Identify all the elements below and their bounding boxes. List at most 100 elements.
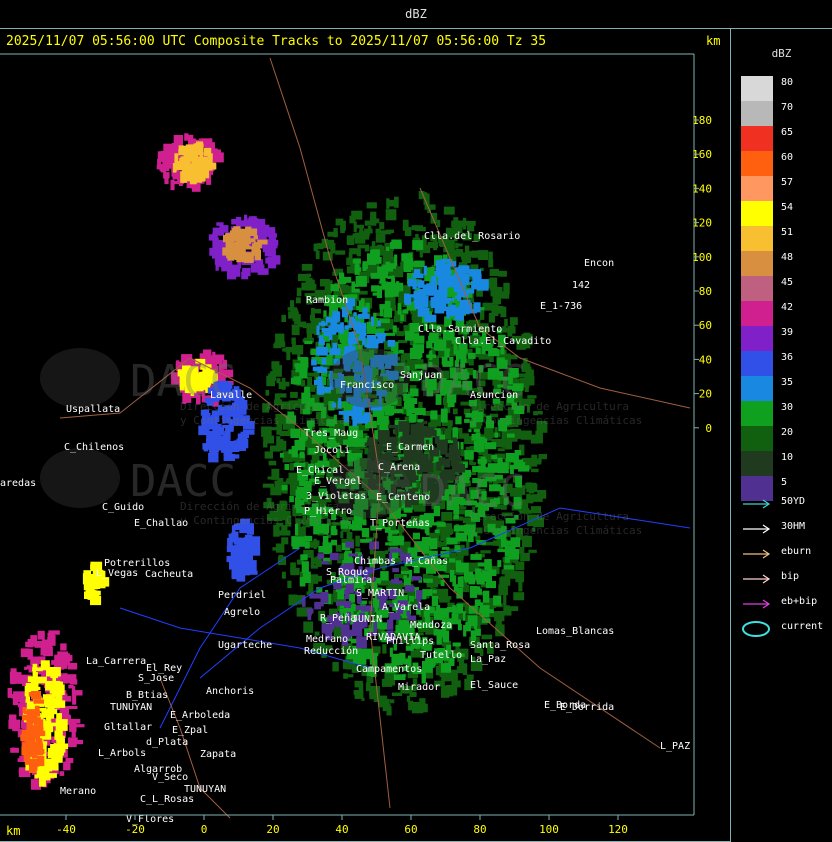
place-label: Agrelo: [224, 607, 260, 618]
x-tick-label: -20: [125, 823, 145, 836]
legend-item: current: [741, 620, 831, 638]
place-label: T_Porteñas: [370, 518, 430, 529]
x-tick-label: 40: [335, 823, 348, 836]
place-label: Santa_Rosa: [470, 640, 530, 651]
composite-header: 2025/11/07 05:56:00 UTC Composite Tracks…: [6, 34, 547, 49]
place-label: E_Vergel: [314, 476, 362, 487]
place-label: E_Chical: [296, 465, 344, 476]
legend-panel: dBZ 80 70 65 60 57 54 51 48 45 42 39 36 35 30 20 10 5 50…: [731, 29, 832, 841]
x-tick-label: -40: [56, 823, 76, 836]
colorbar-bin-label: 60: [781, 152, 794, 163]
place-label: E_Dorrida: [560, 702, 614, 713]
colorbar-bin: 51: [741, 226, 793, 251]
place-label: A_Varela: [382, 602, 430, 613]
x-tick-label: 60: [404, 823, 417, 836]
legend-label: 50YD: [781, 496, 806, 507]
place-label: Encon: [584, 258, 614, 269]
place-label: d_Plata: [146, 737, 188, 748]
place-label: Tutello: [420, 650, 462, 661]
dacc-logo-icon: [40, 448, 120, 508]
place-label: Gltallar: [104, 722, 152, 733]
track-arrow-icon: [743, 599, 771, 609]
colorbar-bin: 65: [741, 126, 793, 151]
x-tick-label: 100: [539, 823, 559, 836]
place-label: Perdriel: [218, 590, 266, 601]
colorbar-bin: 60: [741, 151, 793, 176]
place-label: Anchoris: [206, 686, 254, 697]
window-title: dBZ: [0, 0, 832, 29]
place-label: V_Seco: [152, 772, 188, 783]
colorbar-bin-label: 39: [781, 327, 794, 338]
colorbar-bin-label: 20: [781, 427, 794, 438]
place-label: Jocoli: [314, 445, 350, 456]
colorbar-bin-label: 54: [781, 202, 794, 213]
colorbar-bin-label: 51: [781, 227, 794, 238]
place-label: 3_Violetas: [306, 491, 366, 502]
place-label: E_Carmen: [386, 442, 434, 453]
place-label: B_Btias: [126, 690, 168, 701]
dacc-line2: y Contingencias Climáticas: [180, 414, 352, 427]
place-label: aredas: [0, 478, 36, 489]
place-label: Campamentos: [356, 664, 422, 675]
legend-label: eburn: [781, 546, 812, 557]
y-tick-label: 20: [699, 388, 712, 401]
place-label: E_1-736: [540, 301, 582, 312]
dacc-line1: Dirección de Agricultura: [180, 400, 339, 413]
radar-map[interactable]: DACCDirección de Agriculturay Contingenc…: [0, 28, 730, 841]
current-ellipse-icon: [742, 621, 770, 637]
colorbar-bin-label: 35: [781, 377, 794, 388]
place-label: Zapata: [200, 749, 236, 760]
colorbar-bin-label: 65: [781, 127, 794, 138]
colorbar-bin: 54: [741, 201, 793, 226]
legend-item: 50YD: [741, 495, 831, 513]
colorbar-bin-label: 10: [781, 452, 794, 463]
place-label: Uspallata: [66, 404, 120, 415]
colorbar-bin-label: 80: [781, 77, 794, 88]
place-label: Phillips: [386, 636, 434, 647]
km-label-top: km: [706, 34, 721, 48]
colorbar-bin: 30: [741, 401, 793, 426]
y-tick-label: 0: [705, 422, 712, 435]
track-arrow-icon: [743, 524, 771, 534]
colorbar-bin: 36: [741, 351, 793, 376]
dacc-line2: y Contingencias Climáticas: [470, 414, 642, 427]
colorbar-bin-label: 45: [781, 277, 794, 288]
km-label-bottom: km: [6, 824, 21, 838]
track-arrow-icon: [743, 549, 771, 559]
place-label: L_Vegas: [96, 568, 138, 579]
colorbar-bin: 20: [741, 426, 793, 451]
legend-label: current: [781, 621, 824, 632]
colorbar-bin: 48: [741, 251, 793, 276]
colorbar-bin-label: 57: [781, 177, 794, 188]
legend-item: bip: [741, 570, 831, 588]
place-label: S_Roque: [326, 567, 368, 578]
place-label: Clla.del_Rosario: [424, 231, 520, 242]
place-label: E_Challao: [134, 518, 188, 529]
place-label: C_Arena: [378, 462, 420, 473]
track-arrow-icon: [743, 574, 771, 584]
colorbar-bin-label: 5: [781, 477, 788, 488]
place-label: M_Cañas: [406, 556, 448, 567]
place-label: La_Carrera: [86, 656, 146, 667]
track-arrow-icon: [743, 499, 771, 509]
legend-item: eb+bip: [741, 595, 831, 613]
place-label: Clla.El_Cavadito: [455, 336, 551, 347]
y-tick-label: 80: [699, 285, 712, 298]
place-label: Lomas_Blancas: [536, 626, 614, 637]
y-tick-label: 60: [699, 319, 712, 332]
colorbar-bin-label: 70: [781, 102, 794, 113]
place-label: Clla.Sarmiento: [418, 324, 502, 335]
x-tick-label: 120: [608, 823, 628, 836]
colorbar-bin: 10: [741, 451, 793, 476]
place-label: Cacheuta: [145, 569, 193, 580]
y-tick-label: 40: [699, 353, 712, 366]
colorbar-bin: 39: [741, 326, 793, 351]
place-label: Tres_Maug: [304, 428, 358, 439]
place-label: Rambion: [306, 295, 348, 306]
place-label: 142: [572, 280, 590, 291]
x-tick-label: 0: [201, 823, 208, 836]
place-label: Sanjuan: [400, 370, 442, 381]
y-axis: 180160140120100806040200: [692, 114, 712, 435]
dacc-line1: Dirección de Agricultura: [470, 510, 629, 523]
place-label: Merano: [60, 786, 96, 797]
